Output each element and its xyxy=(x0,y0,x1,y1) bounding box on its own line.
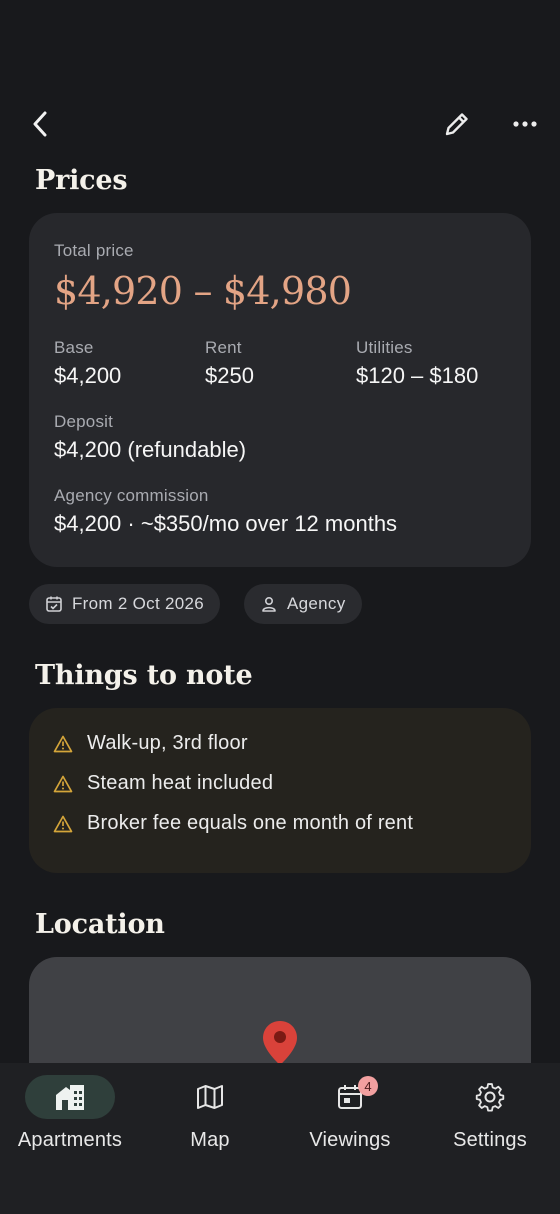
nav-map-label: Map xyxy=(190,1129,230,1151)
more-horizontal-icon xyxy=(513,121,537,127)
person-icon xyxy=(262,596,276,612)
bottom-nav: Apartments Map 4 Viewings Settings xyxy=(0,1063,560,1214)
warning-triangle-icon xyxy=(53,735,73,752)
back-button[interactable] xyxy=(20,104,60,144)
viewings-badge: 4 xyxy=(358,1076,378,1096)
chevron-left-icon xyxy=(33,111,47,137)
top-bar xyxy=(0,104,560,144)
gear-icon xyxy=(475,1083,505,1112)
agency-chip[interactable]: Agency xyxy=(244,584,362,624)
rent-label: Rent xyxy=(205,338,242,357)
map-pin-icon xyxy=(263,1021,297,1065)
note-item: Steam heat included xyxy=(53,772,273,795)
location-title: Location xyxy=(35,909,165,940)
rent-value: $250 xyxy=(205,363,254,388)
agency-label: Agency xyxy=(287,594,346,613)
warning-triangle-icon xyxy=(53,815,73,832)
utilities-label: Utilities xyxy=(356,338,413,357)
available-from-label: From 2 Oct 2026 xyxy=(72,594,205,613)
commission-label: Agency commission xyxy=(54,486,209,505)
nav-viewings-label: Viewings xyxy=(309,1129,391,1151)
edit-button[interactable] xyxy=(437,104,477,144)
more-button[interactable] xyxy=(505,104,545,144)
warning-triangle-icon xyxy=(53,775,73,792)
total-price-label: Total price xyxy=(54,241,134,260)
deposit-label: Deposit xyxy=(54,412,114,431)
commission-value: $4,200 · ~$350/mo over 12 months xyxy=(54,511,398,536)
base-label: Base xyxy=(54,338,94,357)
notes-title: Things to note xyxy=(35,660,253,691)
price-card: Total price $4,920 – $4,980 Base $4,200 … xyxy=(29,213,531,567)
deposit-value: $4,200 (refundable) xyxy=(54,437,247,462)
map-icon xyxy=(197,1085,223,1109)
utilities-value: $120 – $180 xyxy=(356,363,479,388)
prices-title: Prices xyxy=(35,165,128,196)
nav-settings[interactable]: Settings xyxy=(420,1075,560,1165)
note-item: Broker fee equals one month of rent xyxy=(53,812,413,835)
note-item: Walk-up, 3rd floor xyxy=(53,732,248,755)
nav-apartments-label: Apartments xyxy=(17,1129,123,1151)
calendar-check-icon xyxy=(46,596,62,612)
building-icon xyxy=(56,1085,84,1110)
note-text: Walk-up, 3rd floor xyxy=(87,732,248,754)
notes-card: Walk-up, 3rd floor Steam heat included B… xyxy=(29,708,531,873)
nav-map[interactable]: Map xyxy=(140,1075,280,1165)
nav-settings-label: Settings xyxy=(453,1129,527,1151)
note-text: Steam heat included xyxy=(87,772,274,794)
total-price-value: $4,920 – $4,980 xyxy=(54,269,352,313)
nav-viewings[interactable]: 4 Viewings xyxy=(280,1075,420,1165)
available-from-chip[interactable]: From 2 Oct 2026 xyxy=(29,584,221,624)
note-text: Broker fee equals one month of rent xyxy=(87,812,414,834)
base-value: $4,200 xyxy=(54,363,122,388)
pencil-icon xyxy=(445,113,468,136)
nav-apartments[interactable]: Apartments xyxy=(0,1075,140,1165)
